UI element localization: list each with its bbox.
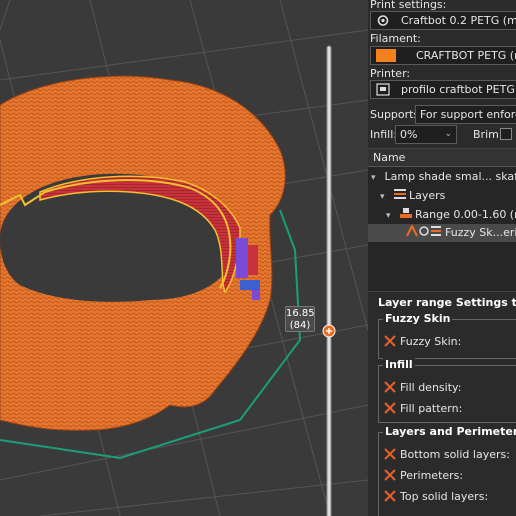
- param-label: Perimeters:: [400, 469, 464, 482]
- range-icon: [399, 208, 412, 218]
- tree-item-label: Layers: [409, 189, 446, 202]
- group-layers-perimeters: Layers and Perimeters Bottom solid layer…: [378, 425, 516, 516]
- infill-combo[interactable]: 0% ⌄: [395, 125, 457, 144]
- layer-number-value: (84): [289, 320, 311, 331]
- tree-item-label: Range 0.00-1.60 (mm): [415, 208, 516, 221]
- expand-arrow-icon[interactable]: ▾: [386, 207, 396, 225]
- object-list: Name ▾ Lamp shade smal... skaftet _r0. ▾…: [368, 148, 516, 291]
- printer-combo[interactable]: profilo craftbot PETG (r: [370, 80, 516, 99]
- param-fuzzy-skin: Fuzzy Skin:: [384, 333, 461, 348]
- param-bottom-solid-layers: Bottom solid layers:: [384, 446, 510, 461]
- tree-item-label: Lamp shade smal... skaftet _r0.: [384, 170, 516, 183]
- param-label: Fill density:: [400, 381, 462, 394]
- supports-combo[interactable]: For support enforcers: [415, 105, 516, 124]
- layer-height-value: 16.85: [286, 308, 315, 319]
- tree-item-label: Fuzzy Sk...erimete: [445, 226, 516, 239]
- tree-item-range[interactable]: ▾ Range 0.00-1.60 (mm): [386, 206, 516, 224]
- gear-icon: [377, 15, 389, 26]
- param-fill-density: Fill density:: [384, 379, 461, 394]
- param-label: Fill pattern:: [400, 402, 463, 415]
- param-label: Top solid layers:: [400, 490, 489, 503]
- print-settings-label: Print settings:: [370, 0, 447, 11]
- tree-item-settings[interactable]: Fuzzy Sk...erimete: [368, 223, 516, 242]
- group-title: Infill: [383, 358, 415, 371]
- group-infill: Infill Fill density: Fill pattern:: [378, 358, 516, 423]
- print-settings-combo[interactable]: Craftbot 0.2 PETG (mod: [370, 11, 516, 30]
- 3d-viewport[interactable]: 16.85 (84): [0, 0, 368, 516]
- remove-x-icon[interactable]: [384, 402, 396, 414]
- infill-value: 0%: [400, 128, 418, 141]
- param-label: Bottom solid layers:: [400, 448, 510, 461]
- remove-x-icon[interactable]: [384, 381, 396, 393]
- remove-x-icon[interactable]: [384, 490, 396, 502]
- filament-color-swatch[interactable]: [376, 49, 396, 62]
- tree-item-object[interactable]: ▾ Lamp shade smal... skaftet _r0.: [371, 168, 516, 186]
- brim-checkbox[interactable]: [500, 128, 512, 140]
- sidebar-panel: Print settings: Craftbot 0.2 PETG (mod F…: [368, 0, 516, 516]
- viewport-scene: [0, 0, 368, 516]
- chevron-down-icon: ⌄: [444, 129, 452, 139]
- layer-slider: [322, 45, 336, 516]
- group-title: Fuzzy Skin: [383, 312, 453, 325]
- remove-x-icon[interactable]: [384, 335, 396, 347]
- settings-title: Layer range Settings to modif: [378, 296, 516, 309]
- filament-label: Filament:: [370, 32, 421, 45]
- param-top-solid-layers: Top solid layers:: [384, 488, 488, 503]
- group-fuzzy-skin: Fuzzy Skin Fuzzy Skin:: [378, 312, 516, 359]
- print-settings-value: Craftbot 0.2 PETG (mod: [401, 14, 516, 27]
- remove-x-icon[interactable]: [384, 469, 396, 481]
- param-label: Fuzzy Skin:: [400, 335, 462, 348]
- settings-icons: [405, 223, 441, 237]
- printer-value: profilo craftbot PETG (r: [401, 83, 516, 96]
- expand-arrow-icon[interactable]: ▾: [380, 188, 390, 206]
- expand-arrow-icon[interactable]: ▾: [371, 169, 381, 187]
- filament-value: CRAFTBOT PETG (modi: [416, 49, 516, 62]
- infill-label: Infill:: [370, 128, 397, 141]
- layer-height-tooltip: 16.85 (84): [285, 306, 315, 332]
- printer-icon: [376, 83, 390, 96]
- printer-label: Printer:: [370, 67, 411, 80]
- layers-icon: [393, 189, 406, 199]
- brim-label: Brim:: [473, 128, 503, 141]
- object-list-header[interactable]: Name: [368, 149, 516, 167]
- tree-item-layers[interactable]: ▾ Layers: [380, 187, 445, 205]
- remove-x-icon[interactable]: [384, 448, 396, 460]
- param-perimeters: Perimeters:: [384, 467, 463, 482]
- filament-combo[interactable]: CRAFTBOT PETG (modi: [370, 46, 516, 65]
- param-fill-pattern: Fill pattern:: [384, 400, 462, 415]
- group-title: Layers and Perimeters: [383, 425, 516, 438]
